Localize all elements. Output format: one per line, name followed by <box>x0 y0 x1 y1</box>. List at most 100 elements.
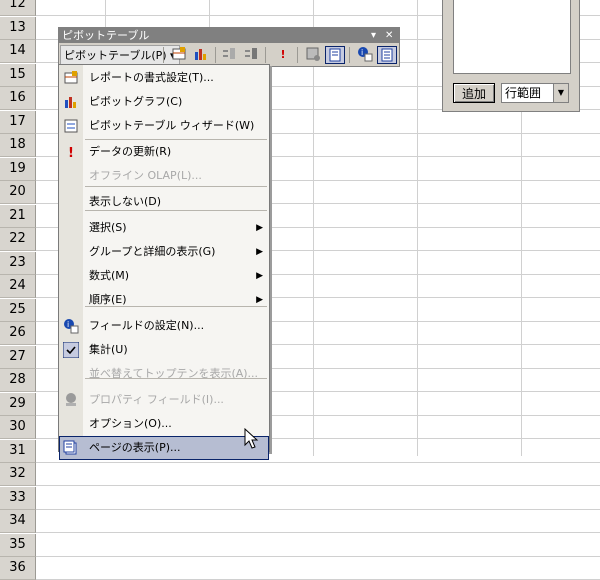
row-header[interactable]: 31 <box>0 440 36 463</box>
show-detail-icon[interactable] <box>241 46 261 64</box>
wizard-icon <box>63 118 79 134</box>
menu-item[interactable]: オプション(O)... <box>59 412 269 436</box>
pivot-chart-icon[interactable] <box>191 46 211 64</box>
svg-text:!: ! <box>68 146 74 160</box>
menu-item-label: 数式(M) <box>89 269 130 282</box>
menu-item-label: フィールドの設定(N)... <box>89 319 205 332</box>
area-select[interactable]: 行範囲 ▼ <box>501 83 569 103</box>
row-header[interactable]: 13 <box>0 17 36 40</box>
chevron-down-icon[interactable]: ▼ <box>553 84 568 102</box>
menu-item-label: ページの表示(P)... <box>89 441 181 454</box>
toolbar-separator <box>297 47 298 63</box>
menu-item-label: データの更新(R) <box>89 145 172 158</box>
refresh-exclamation-icon[interactable]: ! <box>273 46 293 64</box>
row-header[interactable]: 29 <box>0 393 36 416</box>
row-header[interactable]: 17 <box>0 111 36 134</box>
gridline <box>36 462 600 463</box>
field-settings-icon[interactable] <box>303 46 323 64</box>
row-header[interactable]: 27 <box>0 346 36 369</box>
menu-item-label: オプション(O)... <box>89 417 172 430</box>
row-header[interactable]: 12 <box>0 0 36 16</box>
menu-item-label: ピボットテーブル ウィザード(W) <box>89 119 255 132</box>
menu-item: 並べ替えてトップテンを表示(A)... <box>59 362 269 386</box>
pivot-table-toolbar: ピボットテーブル ▾ ✕ ピボットテーブル(P) ▾ ! i <box>58 27 400 67</box>
gridline <box>36 556 600 557</box>
menu-item[interactable]: 選択(S) ▶ <box>59 216 269 240</box>
toolbar-title-bar[interactable]: ピボットテーブル ▾ ✕ <box>59 28 399 43</box>
row-header[interactable]: 28 <box>0 369 36 392</box>
menu-item-label: 並べ替えてトップテンを表示(A)... <box>89 367 259 380</box>
row-header[interactable]: 24 <box>0 275 36 298</box>
row-header[interactable]: 36 <box>0 557 36 580</box>
show-pages-icon[interactable] <box>325 46 345 64</box>
row-header[interactable]: 25 <box>0 299 36 322</box>
show-field-list-icon[interactable] <box>377 46 397 64</box>
close-icon[interactable]: ✕ <box>385 28 393 43</box>
menu-separator <box>85 139 267 140</box>
submenu-arrow-icon: ▶ <box>256 295 263 305</box>
refresh-exclamation-icon: ! <box>63 144 79 161</box>
format-report-icon <box>63 70 79 86</box>
submenu-arrow-icon: ▶ <box>256 271 263 281</box>
field-settings-icon: i <box>63 318 79 334</box>
row-header[interactable]: 33 <box>0 487 36 510</box>
row-header[interactable]: 18 <box>0 134 36 157</box>
menu-item-label: グループと詳細の表示(G) <box>89 245 216 258</box>
menu-item-label: 選択(S) <box>89 221 127 234</box>
hide-detail-icon[interactable] <box>219 46 239 64</box>
show-pages-icon <box>63 440 79 456</box>
row-header[interactable]: 15 <box>0 64 36 87</box>
row-header[interactable]: 16 <box>0 87 36 110</box>
menu-item-label: 順序(E) <box>89 293 127 306</box>
pivot-chart-icon <box>63 94 79 110</box>
pivot-table-dropdown-menu: レポートの書式設定(T)... ピボットグラフ(C) ピボットテーブル ウィザード(… <box>58 64 270 460</box>
submenu-arrow-icon: ▶ <box>256 247 263 257</box>
menu-item-label: プロパティ フィールド(I)... <box>89 393 224 406</box>
row-header[interactable]: 26 <box>0 322 36 345</box>
menu-item[interactable]: 順序(E) ▶ <box>59 288 269 312</box>
menu-item[interactable]: ピボットテーブル ウィザード(W) <box>59 114 269 138</box>
toolbar-separator <box>215 47 216 63</box>
row-header[interactable]: 32 <box>0 463 36 486</box>
row-header[interactable]: 20 <box>0 181 36 204</box>
gridline <box>417 0 418 456</box>
menu-item[interactable]: ピボットグラフ(C) <box>59 90 269 114</box>
field-list-info-icon[interactable]: i <box>355 46 375 64</box>
gridline <box>36 485 600 486</box>
field-list-box[interactable] <box>453 0 571 74</box>
row-header[interactable]: 21 <box>0 205 36 228</box>
menu-item: プロパティ フィールド(I)... <box>59 388 269 412</box>
menu-separator <box>85 210 267 211</box>
menu-item-label: レポートの書式設定(T)... <box>89 71 214 84</box>
menu-separator <box>85 306 267 307</box>
submenu-arrow-icon: ▶ <box>256 223 263 233</box>
format-report-icon[interactable] <box>169 46 189 64</box>
toolbar-separator <box>163 47 164 63</box>
row-header[interactable]: 14 <box>0 40 36 63</box>
row-header[interactable]: 34 <box>0 510 36 533</box>
menu-item-label: 集計(U) <box>89 343 128 356</box>
menu-item[interactable]: ページの表示(P)... <box>59 436 269 460</box>
toolbar-options-icon[interactable]: ▾ <box>371 28 376 43</box>
menu-item[interactable]: グループと詳細の表示(G) ▶ <box>59 240 269 264</box>
menu-item: オフライン OLAP(L)... <box>59 164 269 188</box>
row-header[interactable]: 23 <box>0 252 36 275</box>
area-select-value: 行範囲 <box>505 86 542 100</box>
row-header[interactable]: 30 <box>0 416 36 439</box>
menu-item[interactable]: i フィールドの設定(N)... <box>59 314 269 338</box>
row-header[interactable]: 22 <box>0 228 36 251</box>
menu-item[interactable]: レポートの書式設定(T)... <box>59 66 269 90</box>
menu-item[interactable]: 集計(U) <box>59 338 269 362</box>
gridline <box>36 532 600 533</box>
row-header[interactable]: 19 <box>0 158 36 181</box>
add-button[interactable]: 追加 <box>453 83 495 103</box>
gridline <box>313 0 314 456</box>
toolbar-title: ピボットテーブル <box>62 29 150 42</box>
pivot-table-menu-button[interactable]: ピボットテーブル(P) ▾ <box>60 45 180 65</box>
gridline <box>36 509 600 510</box>
menu-item[interactable]: 数式(M) ▶ <box>59 264 269 288</box>
menu-item[interactable]: ! データの更新(R) <box>59 140 269 164</box>
toolbar-separator <box>349 47 350 63</box>
row-header[interactable]: 35 <box>0 534 36 557</box>
menu-separator <box>85 186 267 187</box>
